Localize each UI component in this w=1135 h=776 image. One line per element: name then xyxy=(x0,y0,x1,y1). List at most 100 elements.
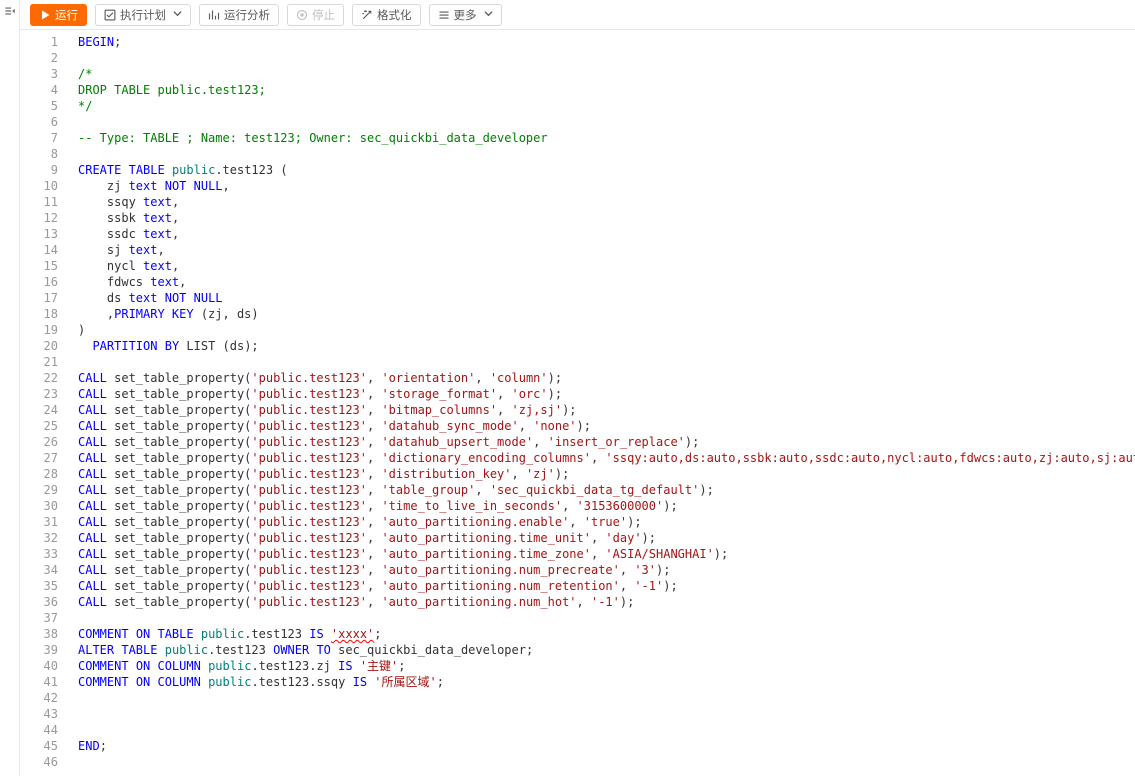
code-token: set_table_property( xyxy=(107,547,252,561)
code-line[interactable]: CALL set_table_property('public.test123'… xyxy=(78,482,1135,498)
code-token: text xyxy=(143,259,172,273)
code-token: 'public.test123' xyxy=(251,387,367,401)
code-token: ; xyxy=(398,659,405,673)
run-button[interactable]: 运行 xyxy=(30,4,87,26)
code-line[interactable]: CALL set_table_property('public.test123'… xyxy=(78,386,1135,402)
code-token: ); xyxy=(627,515,641,529)
line-number: 13 xyxy=(20,226,68,242)
code-token: 'sec_quickbi_data_tg_default' xyxy=(490,483,700,497)
code-line[interactable]: nycl text, xyxy=(78,258,1135,274)
run-analysis-label: 运行分析 xyxy=(224,7,270,23)
line-number: 44 xyxy=(20,722,68,738)
run-analysis-button[interactable]: 运行分析 xyxy=(199,4,279,26)
code-line[interactable]: CALL set_table_property('public.test123'… xyxy=(78,578,1135,594)
code-line[interactable]: CALL set_table_property('public.test123'… xyxy=(78,514,1135,530)
chevron-down-icon xyxy=(173,9,182,21)
code-line[interactable]: CALL set_table_property('public.test123'… xyxy=(78,418,1135,434)
code-line[interactable]: END; xyxy=(78,738,1135,754)
code-line[interactable]: /* xyxy=(78,66,1135,82)
code-token: text xyxy=(129,291,158,305)
code-line[interactable]: ssqy text, xyxy=(78,194,1135,210)
collapse-sidebar-button[interactable] xyxy=(0,0,20,776)
code-token: '-1' xyxy=(591,595,620,609)
code-line[interactable]: ALTER TABLE public.test123 OWNER TO sec_… xyxy=(78,642,1135,658)
code-token: CALL xyxy=(78,371,107,385)
line-number: 14 xyxy=(20,242,68,258)
code-token: 'dictionary_encoding_columns' xyxy=(381,451,591,465)
code-line[interactable]: CALL set_table_property('public.test123'… xyxy=(78,498,1135,514)
code-token: 'ssqy:auto,ds:auto,ssbk:auto,ssdc:auto,n… xyxy=(605,451,1135,465)
code-line[interactable]: COMMENT ON COLUMN public.test123.zj IS '… xyxy=(78,658,1135,674)
code-token: (zj, ds) xyxy=(194,307,259,321)
code-token: , xyxy=(367,547,381,561)
line-number: 38 xyxy=(20,626,68,642)
code-token: 'auto_partitioning.time_unit' xyxy=(381,531,591,545)
code-line[interactable]: COMMENT ON TABLE public.test123 IS 'xxxx… xyxy=(78,626,1135,642)
sql-editor[interactable]: 1234567891011121314151617181920212223242… xyxy=(20,30,1135,776)
code-line[interactable] xyxy=(78,722,1135,738)
more-button[interactable]: 更多 xyxy=(429,4,502,26)
code-line[interactable]: CALL set_table_property('public.test123'… xyxy=(78,546,1135,562)
code-line[interactable]: CALL set_table_property('public.test123'… xyxy=(78,450,1135,466)
code-line[interactable]: -- Type: TABLE ; Name: test123; Owner: s… xyxy=(78,130,1135,146)
code-token: 'true' xyxy=(584,515,627,529)
code-token: , xyxy=(367,371,381,385)
code-token: ); xyxy=(562,403,576,417)
code-line[interactable]: COMMENT ON COLUMN public.test123.ssqy IS… xyxy=(78,674,1135,690)
code-token: ); xyxy=(620,595,634,609)
code-line[interactable]: CALL set_table_property('public.test123'… xyxy=(78,594,1135,610)
code-line[interactable] xyxy=(78,706,1135,722)
code-line[interactable]: CALL set_table_property('public.test123'… xyxy=(78,370,1135,386)
code-line[interactable] xyxy=(78,754,1135,770)
code-token: '主键' xyxy=(360,659,398,673)
code-line[interactable]: ,PRIMARY KEY (zj, ds) xyxy=(78,306,1135,322)
code-line[interactable]: CALL set_table_property('public.test123'… xyxy=(78,466,1135,482)
code-line[interactable]: sj text, xyxy=(78,242,1135,258)
code-token: 'zj,sj' xyxy=(512,403,563,417)
code-line[interactable]: CALL set_table_property('public.test123'… xyxy=(78,530,1135,546)
code-line[interactable]: ds text NOT NULL xyxy=(78,290,1135,306)
code-line[interactable] xyxy=(78,50,1135,66)
format-button[interactable]: 格式化 xyxy=(352,4,421,26)
code-token: set_table_property( xyxy=(107,483,252,497)
line-number: 12 xyxy=(20,210,68,226)
line-number: 22 xyxy=(20,370,68,386)
code-line[interactable]: DROP TABLE public.test123; xyxy=(78,82,1135,98)
code-token: 'public.test123' xyxy=(251,499,367,513)
code-line[interactable] xyxy=(78,354,1135,370)
code-token: CALL xyxy=(78,403,107,417)
code-line[interactable]: zj text NOT NULL, xyxy=(78,178,1135,194)
code-line[interactable] xyxy=(78,146,1135,162)
code-token: TABLE xyxy=(129,163,165,177)
menu-icon xyxy=(438,9,450,21)
code-line[interactable]: ) xyxy=(78,322,1135,338)
code-token xyxy=(165,163,172,177)
code-token: set_table_property( xyxy=(107,467,252,481)
code-token: fdwcs xyxy=(78,275,150,289)
code-line[interactable]: ssbk text, xyxy=(78,210,1135,226)
code-line[interactable]: ssdc text, xyxy=(78,226,1135,242)
line-number: 35 xyxy=(20,578,68,594)
code-area[interactable]: BEGIN; /*DROP TABLE public.test123;*/ --… xyxy=(68,30,1135,776)
code-line[interactable] xyxy=(78,610,1135,626)
code-token: set_table_property( xyxy=(107,515,252,529)
code-line[interactable] xyxy=(78,114,1135,130)
code-token: ssqy xyxy=(78,195,143,209)
code-line[interactable]: PARTITION BY LIST (ds); xyxy=(78,338,1135,354)
code-token: ); xyxy=(548,387,562,401)
code-token: set_table_property( xyxy=(107,531,252,545)
code-line[interactable]: CALL set_table_property('public.test123'… xyxy=(78,402,1135,418)
code-line[interactable]: BEGIN; xyxy=(78,34,1135,50)
code-line[interactable]: CALL set_table_property('public.test123'… xyxy=(78,434,1135,450)
code-token: set_table_property( xyxy=(107,499,252,513)
run-label: 运行 xyxy=(55,7,78,23)
code-line[interactable] xyxy=(78,690,1135,706)
code-line[interactable]: fdwcs text, xyxy=(78,274,1135,290)
code-line[interactable]: CREATE TABLE public.test123 ( xyxy=(78,162,1135,178)
line-number: 17 xyxy=(20,290,68,306)
code-token: BEGIN xyxy=(78,35,114,49)
stop-icon xyxy=(296,9,308,21)
code-line[interactable]: */ xyxy=(78,98,1135,114)
code-line[interactable]: CALL set_table_property('public.test123'… xyxy=(78,562,1135,578)
exec-plan-button[interactable]: 执行计划 xyxy=(95,4,191,26)
